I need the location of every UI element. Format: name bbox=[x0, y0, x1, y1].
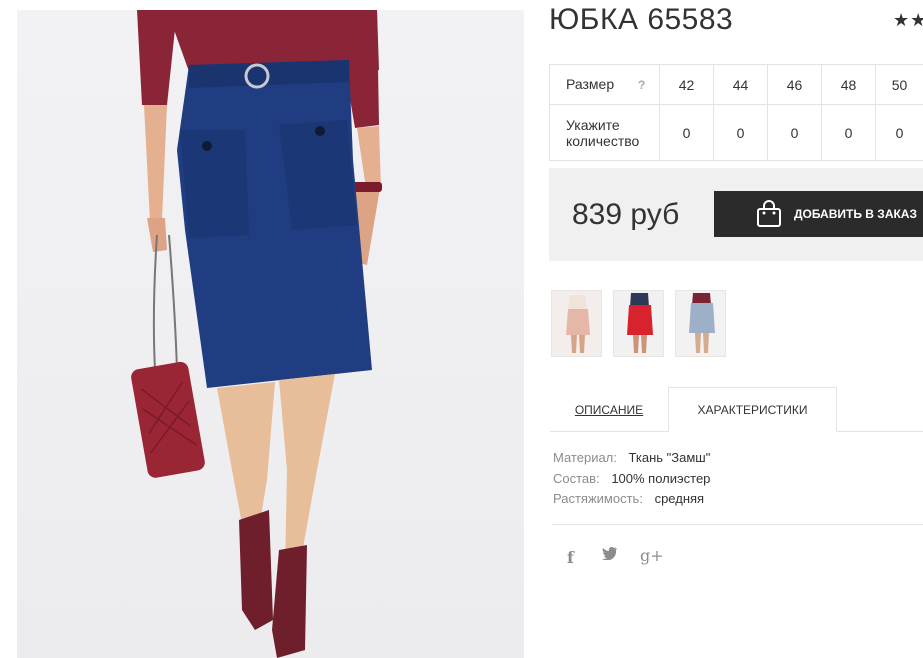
divider bbox=[552, 524, 923, 525]
help-icon[interactable]: ? bbox=[638, 78, 645, 92]
thumbnail-blue[interactable] bbox=[675, 290, 726, 357]
product-price: 839 руб bbox=[572, 198, 680, 231]
size-table: Размер ? 42 44 46 48 50 Укажите количест… bbox=[549, 64, 923, 161]
characteristic-row: Материал: Ткань "Замш" bbox=[553, 448, 710, 469]
size-value: 48 bbox=[821, 64, 876, 105]
price-box: 839 руб ДОБАВИТЬ В ЗАКАЗ bbox=[549, 168, 923, 261]
size-value: 44 bbox=[713, 64, 768, 105]
shopping-bag-icon bbox=[756, 200, 782, 231]
characteristic-value: 100% полиэстер bbox=[611, 470, 711, 486]
characteristic-value: Ткань "Замш" bbox=[628, 450, 711, 465]
tab-characteristics[interactable]: ХАРАКТЕРИСТИКИ bbox=[668, 387, 837, 432]
characteristic-value: средняя bbox=[654, 491, 705, 506]
characteristic-key: Материал: bbox=[553, 450, 617, 465]
add-to-order-label: ДОБАВИТЬ В ЗАКАЗ bbox=[794, 207, 917, 221]
size-label-cell: Размер ? bbox=[549, 64, 660, 105]
size-value: 50 bbox=[875, 64, 923, 105]
quantity-input[interactable]: 0 bbox=[767, 104, 822, 161]
thumbnail-red[interactable] bbox=[613, 290, 664, 357]
thumbnail-pink[interactable] bbox=[551, 290, 602, 357]
tab-description[interactable]: ОПИСАНИЕ bbox=[550, 387, 668, 432]
product-main-photo[interactable] bbox=[17, 10, 524, 658]
product-title: ЮБКА 65583 bbox=[549, 3, 734, 36]
size-value: 46 bbox=[767, 64, 822, 105]
characteristics-list: Материал: Ткань "Замш" Состав: 100% поли… bbox=[553, 448, 710, 510]
size-label: Размер bbox=[566, 76, 615, 92]
facebook-icon[interactable]: f bbox=[567, 548, 574, 567]
twitter-icon[interactable] bbox=[602, 546, 618, 565]
quantity-label: Укажите количество bbox=[549, 104, 660, 161]
characteristic-key: Растяжимость: bbox=[553, 491, 643, 506]
characteristic-row: Состав: 100% полиэстер bbox=[553, 469, 710, 490]
add-to-order-button[interactable]: ДОБАВИТЬ В ЗАКАЗ bbox=[714, 191, 923, 237]
rating-stars[interactable]: ★★ bbox=[893, 10, 923, 31]
googleplus-icon[interactable]: g+ bbox=[640, 546, 664, 565]
quantity-input[interactable]: 0 bbox=[659, 104, 714, 161]
quantity-input[interactable]: 0 bbox=[821, 104, 876, 161]
size-value: 42 bbox=[659, 64, 714, 105]
quantity-input[interactable]: 0 bbox=[875, 104, 923, 161]
characteristic-row: Растяжимость: средняя bbox=[553, 489, 710, 510]
characteristic-key: Состав: bbox=[553, 470, 600, 486]
product-tabs: ОПИСАНИЕ ХАРАКТЕРИСТИКИ bbox=[550, 387, 923, 432]
quantity-input[interactable]: 0 bbox=[713, 104, 768, 161]
